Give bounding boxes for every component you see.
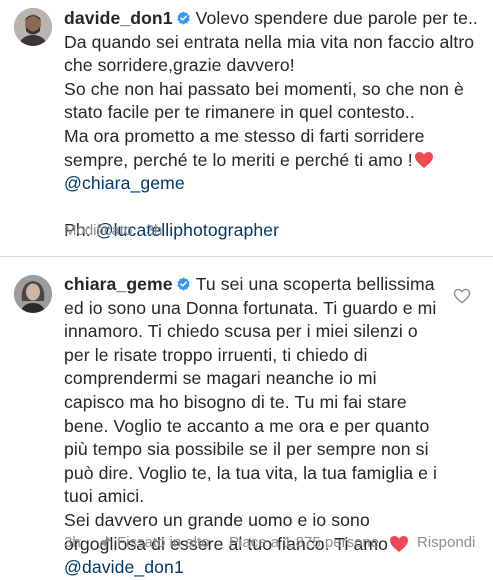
comment-chiara-line-0: Tu sei una scoperta bellissima	[195, 274, 435, 294]
mention-chiara[interactable]: @chiara_geme	[64, 172, 478, 196]
comment-davide-line-6-wrap: sempre, perché te lo meriti e perché ti …	[64, 149, 478, 173]
comment-davide-line-1: Da quando sei entrata nella mia vita non…	[64, 31, 475, 52]
verified-badge-icon	[177, 277, 190, 291]
comment-chiara-line-5: capisco ma ho bisogno di te. Tu mi fai s…	[64, 391, 407, 412]
heart-outline-icon[interactable]	[453, 288, 471, 304]
comment-chiara-first-line: chiara_geme Tu sei una scoperta bellissim…	[64, 273, 437, 297]
comment-chiara-line-10: Sei davvero un grande uomo e io sono	[64, 509, 370, 530]
comment-divider	[0, 256, 493, 257]
comment-chiara-meta-time: 3h	[64, 534, 81, 551]
reply-button[interactable]: Rispondi	[417, 534, 475, 551]
avatar-chiara-image	[14, 275, 52, 313]
meta-separator: ·	[136, 222, 142, 239]
comment-chiara-line-7: più tempo sia possibile se il per sempre…	[64, 439, 429, 460]
comment-chiara-line-6: bene. Voglio te accanto a me ora e per q…	[64, 415, 430, 436]
comment-davide-line-6: sempre, perché te lo meriti e perché ti …	[64, 149, 413, 170]
comment-davide-time: 3h	[145, 222, 163, 239]
edited-label: Modificato	[64, 222, 133, 239]
comment-davide: davide_don1 Volevo spendere due parole pe…	[64, 7, 478, 243]
comment-chiara-line-2: innamoro. Ti chiedo scusa per i miei sil…	[64, 321, 418, 342]
comment-chiara-line-4: comprendermi se magari neanche io mi	[64, 368, 377, 389]
comment-davide-line-4: stato facile per te rimanere in quel con…	[64, 102, 415, 123]
avatar-davide-image	[14, 8, 52, 46]
comment-davide-first-line: davide_don1 Volevo spendere due parole pe…	[64, 7, 478, 31]
comment-davide-line-3: So che non hai passato bei momenti, so c…	[64, 78, 464, 99]
username-davide[interactable]: davide_don1	[64, 8, 173, 28]
username-chiara[interactable]: chiara_geme	[64, 274, 173, 294]
red-heart-emoji	[414, 151, 433, 168]
verified-badge-icon	[176, 11, 190, 25]
comment-chiara-line-3: per le risate troppo irruenti, ti chiedo…	[64, 344, 368, 365]
red-heart-emoji	[390, 535, 408, 552]
comment-chiara-line-1: ed io sono una Donna fortunata. Ti guard…	[64, 297, 437, 318]
likes-count-link[interactable]: Piace a 1.875 persone	[229, 534, 379, 551]
comment-davide-line-5: Ma ora prometto a me stesso di farti sor…	[64, 125, 425, 146]
pushpin-icon	[98, 536, 111, 549]
comment-chiara-line-9: tuoi amici.	[64, 486, 145, 507]
avatar-davide[interactable]	[14, 8, 52, 46]
comment-chiara-line-8: può dire. Voglio te, la tua vita, la tua…	[64, 462, 438, 483]
pinned-indicator: Fissato in alto	[98, 534, 210, 551]
comment-davide-line-0: Volevo spendere due parole per te..	[195, 8, 478, 28]
avatar-chiara[interactable]	[14, 275, 52, 313]
comment-davide-line-2: che sorridere,grazie davvero!	[64, 55, 295, 76]
comment-davide-meta: Modificato · 3h	[64, 222, 162, 239]
pinned-label: Fissato in alto	[117, 534, 210, 551]
